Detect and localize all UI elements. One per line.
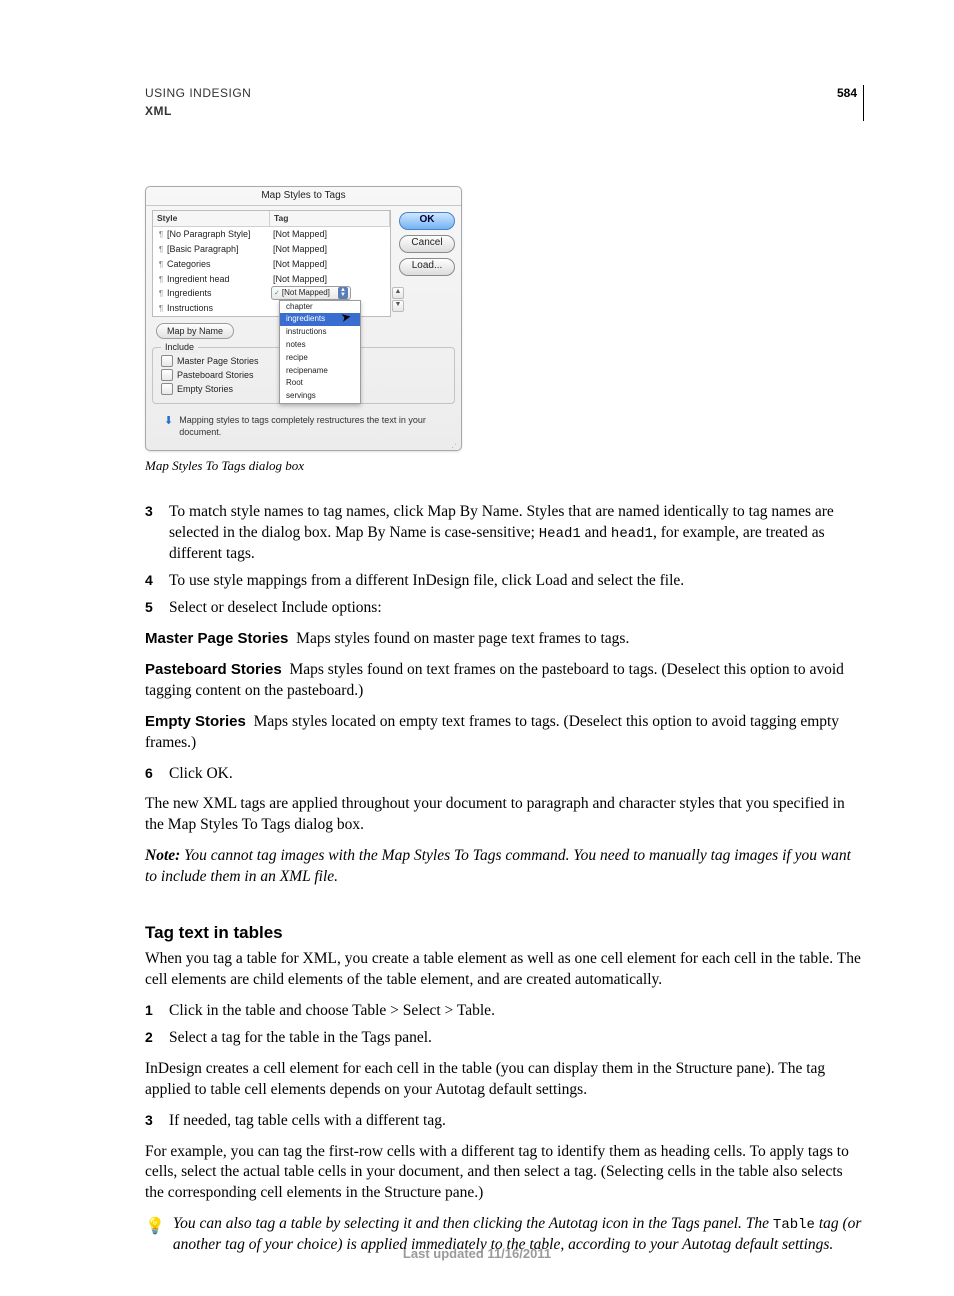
map-styles-dialog: Map Styles to Tags Style Tag ¶[No Paragr… [145, 186, 462, 451]
body-text: InDesign creates a cell element for each… [145, 1059, 864, 1101]
paragraph-icon: ¶ [157, 289, 165, 300]
dd-item[interactable]: recipename [280, 365, 360, 378]
chevron-up-icon[interactable]: ▲ [392, 287, 404, 299]
tag-value[interactable]: [Not Mapped] [269, 257, 390, 272]
style-name: [No Paragraph Style] [167, 229, 251, 239]
step-text: Click in the table and choose Table > Se… [169, 1001, 864, 1022]
paragraph-icon: ¶ [157, 275, 165, 286]
step-text: Select or deselect Include options: [169, 598, 864, 619]
section-heading: Tag text in tables [145, 922, 864, 945]
step-text: Select a tag for the table in the Tags p… [169, 1028, 864, 1049]
style-name: Ingredient head [167, 274, 230, 284]
stepper-icon: ▲▼ [338, 287, 348, 299]
step-text: Click OK. [169, 764, 864, 785]
checkbox-icon [161, 369, 173, 381]
dd-item[interactable]: Root [280, 377, 360, 390]
chevron-down-icon[interactable]: ▼ [392, 300, 404, 312]
dd-item[interactable]: recipe [280, 352, 360, 365]
note: Note: You cannot tag images with the Map… [145, 846, 864, 888]
info-text: Mapping styles to tags completely restru… [179, 414, 455, 438]
step-text: To use style mappings from a different I… [169, 571, 864, 592]
step-text: If needed, tag table cells with a differ… [169, 1111, 864, 1132]
include-label: Include [161, 341, 198, 353]
tag-value[interactable]: [Not Mapped] [269, 242, 390, 257]
step-text: To match style names to tag names, click… [169, 502, 864, 565]
step-number: 6 [145, 764, 157, 785]
figure-caption: Map Styles To Tags dialog box [145, 457, 864, 475]
body-text: For example, you can tag the first-row c… [145, 1142, 864, 1205]
col-tag: Tag [270, 211, 390, 227]
map-by-name-button[interactable]: Map by Name [156, 323, 234, 339]
tag-value[interactable]: [Not Mapped] [269, 272, 390, 287]
tag-value[interactable]: [Not Mapped] [269, 227, 390, 242]
running-head-section: XML [145, 103, 251, 119]
step-number: 3 [145, 502, 157, 565]
step-number: 5 [145, 598, 157, 619]
style-name: Categories [167, 259, 211, 269]
step-number: 1 [145, 1001, 157, 1022]
paragraph-icon: ¶ [157, 260, 165, 271]
body-text: When you tag a table for XML, you create… [145, 949, 864, 991]
resize-grip-icon[interactable]: ⋰ [146, 444, 461, 450]
def-empty: Empty Stories Maps styles located on emp… [145, 712, 864, 754]
style-tag-table[interactable]: Style Tag ¶[No Paragraph Style][Not Mapp… [152, 210, 391, 317]
def-master-page: Master Page Stories Maps styles found on… [145, 629, 864, 650]
dialog-title: Map Styles to Tags [146, 187, 461, 206]
tag-dropdown[interactable]: ✓[Not Mapped] ▲▼ [271, 286, 351, 300]
paragraph-icon: ¶ [157, 230, 165, 241]
step-number: 2 [145, 1028, 157, 1049]
dd-item[interactable]: servings [280, 390, 360, 403]
step-number: 3 [145, 1111, 157, 1132]
def-pasteboard: Pasteboard Stories Maps styles found on … [145, 660, 864, 702]
paragraph-icon: ¶ [157, 304, 165, 315]
cancel-button[interactable]: Cancel [399, 235, 455, 253]
paragraph-icon: ¶ [157, 245, 165, 256]
dd-item[interactable]: instructions [280, 326, 360, 339]
style-name: Ingredients [167, 288, 212, 298]
dd-item[interactable]: notes [280, 339, 360, 352]
ok-button[interactable]: OK [399, 212, 455, 230]
running-head-title: USING INDESIGN [145, 85, 251, 101]
step-number: 4 [145, 571, 157, 592]
page-number: 584 [817, 85, 864, 121]
checkbox-icon [161, 355, 173, 367]
scroll-stepper[interactable]: ▲ ▼ [392, 287, 404, 312]
info-icon: ⬇ [164, 414, 173, 429]
col-style: Style [153, 211, 270, 227]
load-button[interactable]: Load... [399, 258, 455, 276]
style-name: [Basic Paragraph] [167, 244, 239, 254]
body-text: The new XML tags are applied throughout … [145, 794, 864, 836]
footer-updated: Last updated 11/16/2011 [0, 1245, 954, 1263]
style-name: Instructions [167, 303, 213, 313]
checkbox-icon [161, 383, 173, 395]
